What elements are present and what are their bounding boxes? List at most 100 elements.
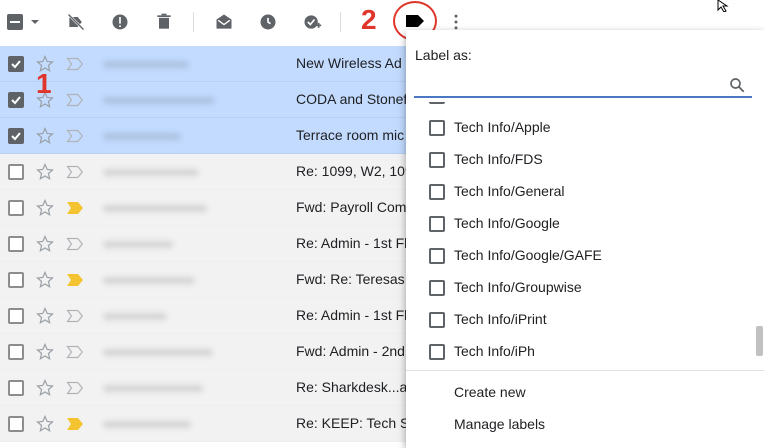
menu-title: Label as: [415,47,472,63]
sender-redacted [95,415,245,433]
row-checkbox[interactable] [8,200,24,216]
importance-marker-icon[interactable] [66,129,84,143]
label-search-input[interactable] [414,72,714,96]
delete-button[interactable] [150,8,178,36]
menu-scrollbar[interactable] [756,102,764,368]
importance-marker-icon[interactable] [66,309,84,323]
label-option[interactable]: Tech Info/FDS [406,144,756,176]
check-icon [11,60,21,69]
label-option-text: Tech Info/iPh [454,343,535,359]
label-option-text: Tech Info/iPrint [454,311,547,327]
importance-marker-icon[interactable] [66,417,84,431]
label-option-checkbox[interactable] [429,152,445,168]
row-checkbox[interactable] [8,380,24,396]
email-subject: Fwd: Payroll Com [296,199,407,215]
label-option[interactable]: Tech Info/Apple [406,112,756,144]
label-option[interactable] [406,102,756,112]
row-checkbox[interactable] [8,164,24,180]
row-checkbox[interactable] [8,272,24,288]
search-icon[interactable] [728,76,746,94]
row-checkbox[interactable] [8,308,24,324]
email-subject: CODA and Stonef [296,91,408,107]
label-option-checkbox[interactable] [429,248,445,264]
label-as-menu: Label as: Tech Info/Apple Tech Info/FDS Te… [406,30,764,448]
row-checkbox[interactable] [8,344,24,360]
row-checkbox[interactable] [8,128,24,144]
row-checkbox[interactable] [8,416,24,432]
menu-scrollbar-thumb[interactable] [756,326,763,356]
label-option-checkbox[interactable] [429,216,445,232]
sender-blur [103,349,213,356]
email-subject: Re: Sharkdesk...a [296,379,408,395]
email-subject: New Wireless Ad [296,55,402,71]
importance-marker-icon[interactable] [66,165,84,179]
label-option-checkbox[interactable] [429,102,445,104]
select-all-checkbox[interactable] [4,8,44,36]
label-option-checkbox[interactable] [429,344,445,360]
label-option-checkbox[interactable] [429,312,445,328]
label-option[interactable]: Tech Info/General [406,176,756,208]
importance-marker-icon[interactable] [66,93,84,107]
sender-blur [103,421,191,428]
importance-marker-icon[interactable] [66,381,84,395]
label-option-text: Tech Info/Apple [454,119,551,135]
star-icon[interactable] [36,343,54,361]
label-option[interactable]: Tech Info/iPrint [406,304,756,336]
archive-button[interactable] [62,8,90,36]
label-option-checkbox[interactable] [429,280,445,296]
create-new-label[interactable]: Create new [454,384,526,400]
row-checkbox[interactable] [8,56,24,72]
sender-blur [103,277,195,284]
sender-redacted [95,91,245,109]
label-option[interactable]: Tech Info/Google/GAFE [406,240,756,272]
row-checkbox[interactable] [8,92,24,108]
open-envelope-icon [216,14,232,29]
report-spam-button[interactable] [106,8,134,36]
star-icon[interactable] [36,379,54,397]
report-icon [112,14,128,30]
add-to-tasks-button[interactable] [298,8,326,36]
gmail-window: 2 New Wireless Ad CODA and Stonef Terrace … [0,0,764,448]
importance-marker-icon[interactable] [66,201,84,215]
sender-blur [103,169,199,176]
label-icon [406,15,424,27]
importance-marker-icon[interactable] [66,57,84,71]
label-option[interactable]: Tech Info/Groupwise [406,272,756,304]
star-icon[interactable] [36,163,54,181]
importance-marker-icon[interactable] [66,273,84,287]
sender-blur [103,313,167,320]
mouse-cursor-icon [717,0,729,12]
label-option[interactable]: Tech Info/iPh [406,336,756,368]
label-option[interactable]: Tech Info/Google [406,208,756,240]
task-add-icon [304,15,322,29]
checkbox-minus-icon [7,14,39,30]
manage-labels[interactable]: Manage labels [454,416,545,432]
email-subject: Fwd: Re: Teresas [296,271,405,287]
sender-blur [103,241,173,248]
label-option-checkbox[interactable] [429,184,445,200]
trash-icon [157,13,171,29]
email-subject: Fwd: Admin - 2nd [296,343,405,359]
importance-marker-icon[interactable] [66,237,84,251]
label-option-text: Tech Info/General [454,183,565,199]
mark-as-read-button[interactable] [210,8,238,36]
label-option-text: Tech Info/Groupwise [454,279,582,295]
menu-divider [406,370,764,371]
star-icon[interactable] [36,199,54,217]
importance-marker-icon[interactable] [66,345,84,359]
snooze-button[interactable] [254,8,282,36]
label-search-field[interactable] [414,72,752,98]
star-icon[interactable] [36,271,54,289]
label-option-text: Tech Info/FDS [454,151,543,167]
star-icon[interactable] [36,235,54,253]
label-off-icon [67,13,85,31]
sender-redacted [95,235,245,253]
check-icon [11,132,21,141]
star-icon[interactable] [36,127,54,145]
label-option-checkbox[interactable] [429,120,445,136]
star-icon[interactable] [36,307,54,325]
row-checkbox[interactable] [8,236,24,252]
star-icon[interactable] [36,415,54,433]
step-2-annotation: 2 [361,4,377,35]
toolbar-divider [193,12,194,32]
